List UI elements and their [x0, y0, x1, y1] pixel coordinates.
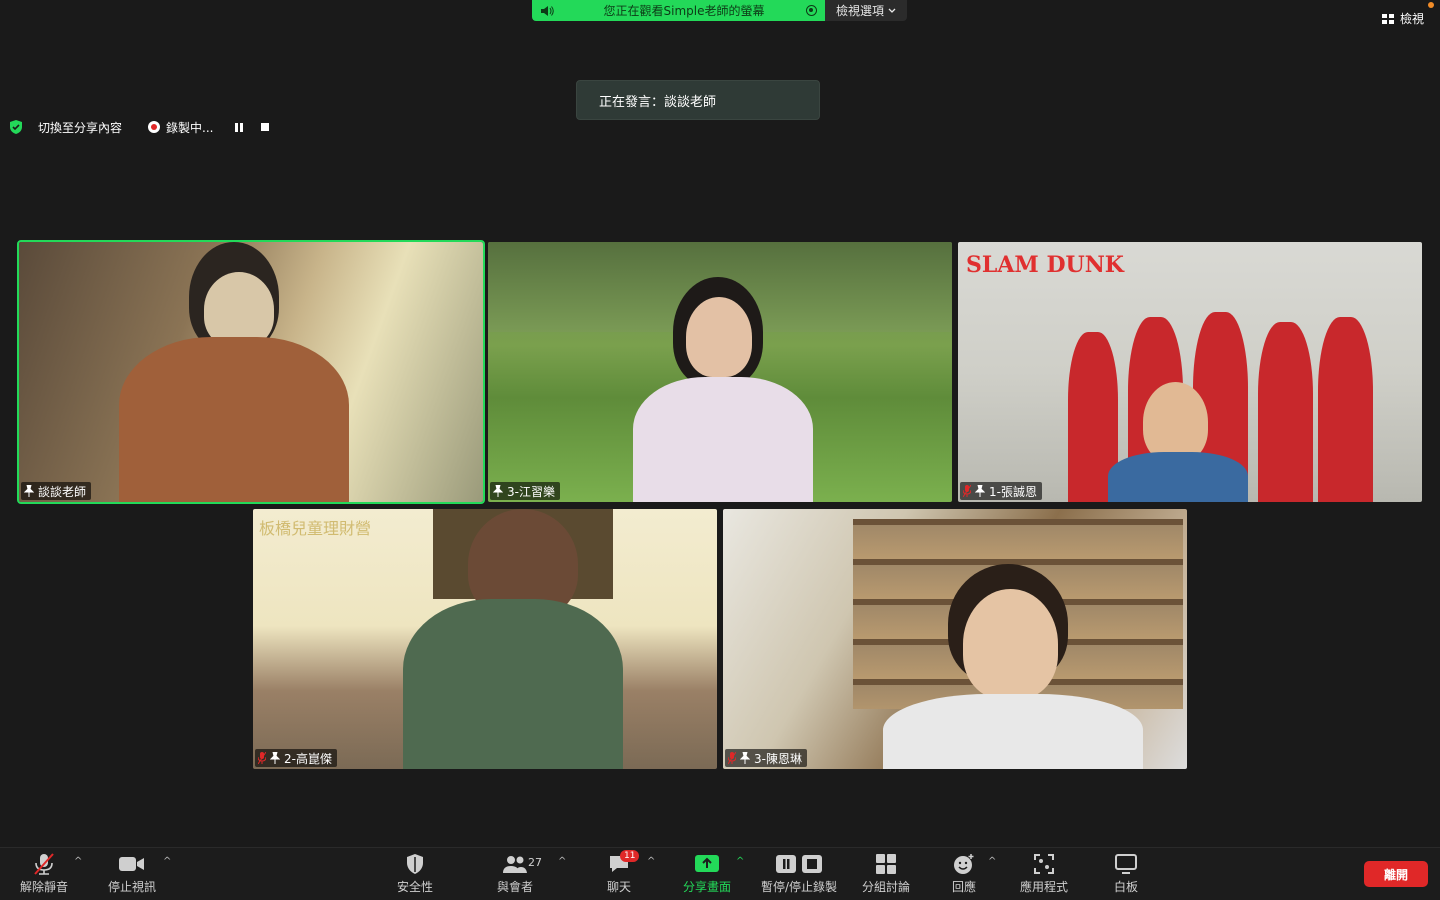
participant-body [119, 337, 349, 502]
active-speaker-notice: 正在發言：談談老師 [576, 80, 820, 120]
participants-label: 與會者 [497, 880, 534, 894]
grid-view-icon [1381, 13, 1394, 24]
view-options-label: 檢視選項 [835, 4, 884, 18]
whiteboard-label: 白板 [1113, 880, 1138, 894]
security-button[interactable]: 安全性 [397, 852, 433, 896]
participant-label: 談談老師 [21, 482, 92, 500]
pin-icon [270, 752, 280, 764]
participant-name: 3-江習樂 [507, 484, 555, 499]
participant-name: 3-陳恩琳 [754, 751, 802, 766]
participant-name: 2-高崑傑 [284, 751, 332, 766]
reactions-options-caret-icon[interactable]: ^ [988, 856, 996, 867]
view-button[interactable]: 檢視 [1381, 2, 1434, 27]
switch-to-share-button[interactable]: 切換至分享內容 [38, 119, 122, 136]
participant-body [403, 599, 623, 769]
chat-button[interactable]: 11 聊天 [606, 850, 640, 896]
video-camera-icon [119, 852, 145, 876]
background-title: SLAM DUNK [966, 252, 1124, 278]
face-mask [204, 272, 274, 347]
security-label: 安全性 [397, 880, 434, 894]
chat-options-caret-icon[interactable]: ^ [647, 856, 655, 867]
stop-video-button[interactable]: 停止視訊 [108, 852, 156, 896]
video-tile[interactable]: 談談老師 [17, 240, 485, 504]
recording-icon [148, 121, 161, 133]
participants-count: 27 [528, 856, 542, 869]
reactions-label: 回應 [951, 880, 976, 894]
participant-label: 3-江習樂 [490, 482, 560, 500]
mic-muted-icon [258, 752, 266, 764]
video-tile[interactable]: 3-江習樂 [488, 242, 952, 502]
participant-label: 2-高崑傑 [255, 749, 337, 767]
pin-icon [740, 752, 750, 764]
reactions-button[interactable]: 回應 [951, 852, 977, 896]
mic-muted-icon [31, 852, 57, 876]
participant-face [963, 589, 1058, 699]
pause-stop-recording-label: 暫停/停止錄製 [761, 880, 838, 894]
leave-button[interactable]: 離開 [1364, 861, 1428, 887]
apps-icon [1031, 852, 1057, 876]
chat-unread-badge: 11 [620, 850, 640, 862]
stop-recording-icon[interactable] [261, 123, 270, 131]
view-label: 檢視 [1399, 12, 1424, 26]
participant-name: 1-張誠恩 [989, 484, 1037, 499]
background-watermark: 板橋兒童理財營 [259, 519, 372, 538]
recording-bar: 切換至分享內容 錄製中... [8, 117, 270, 137]
leave-label: 離開 [1383, 867, 1408, 882]
share-screen-button[interactable]: 分享畫面 [683, 852, 731, 896]
chat-label: 聊天 [606, 880, 631, 894]
video-options-caret-icon[interactable]: ^ [163, 856, 171, 867]
pause-recording-icon[interactable] [235, 122, 244, 132]
pin-icon [24, 485, 34, 497]
participant-face [1143, 382, 1208, 462]
mic-muted-icon [728, 752, 736, 764]
breakout-rooms-button[interactable]: 分組討論 [862, 852, 910, 896]
stop-view-icon[interactable] [806, 5, 817, 16]
meeting-toolbar: 解除靜音 ^ 停止視訊 ^ 安全性 27 與會者 ^ 11 聊天 ^ 分享畫面 [0, 847, 1440, 900]
pin-icon [975, 485, 985, 497]
share-screen-icon [694, 852, 720, 876]
pause-stop-recording-icon [773, 852, 825, 876]
participant-label: 1-張誠恩 [960, 482, 1042, 500]
share-banner: 您正在觀看Simple老師的螢幕 [532, 0, 825, 21]
apps-label: 應用程式 [1020, 880, 1069, 894]
smiley-icon [951, 852, 977, 876]
share-banner-text: 您正在觀看Simple老師的螢幕 [603, 4, 765, 18]
video-tile[interactable]: 3-陳恩琳 [723, 509, 1187, 769]
stop-video-label: 停止視訊 [108, 880, 157, 894]
participant-label: 3-陳恩琳 [725, 749, 807, 767]
video-tile[interactable]: SLAM DUNK 1-張誠恩 [958, 242, 1422, 502]
recording-status: 錄製中... [166, 120, 214, 135]
pin-icon [493, 485, 503, 497]
participant-body [633, 377, 813, 502]
unmute-label: 解除靜音 [20, 880, 69, 894]
security-shield-icon [10, 120, 22, 134]
share-options-caret-icon[interactable]: ^ [736, 856, 744, 867]
shield-icon [402, 852, 428, 876]
participant-name: 談談老師 [38, 484, 87, 499]
chat-bubble-icon: 11 [606, 850, 640, 876]
whiteboard-button[interactable]: 白板 [1113, 852, 1139, 896]
participant-body [1108, 452, 1248, 502]
view-options-button[interactable]: 檢視選項 [825, 0, 907, 21]
mic-muted-icon [963, 485, 971, 497]
audio-options-caret-icon[interactable]: ^ [74, 856, 82, 867]
participant-body [883, 694, 1143, 769]
share-screen-label: 分享畫面 [683, 880, 732, 894]
participants-options-caret-icon[interactable]: ^ [558, 856, 566, 867]
apps-button[interactable]: 應用程式 [1020, 852, 1068, 896]
breakout-rooms-label: 分組討論 [862, 880, 911, 894]
pause-stop-recording-button[interactable]: 暫停/停止錄製 [761, 852, 837, 896]
chevron-down-icon [888, 8, 896, 13]
whiteboard-icon [1113, 852, 1139, 876]
participants-icon: 27 [502, 852, 542, 876]
video-tile[interactable]: 板橋兒童理財營 2-高崑傑 [253, 509, 717, 769]
unmute-button[interactable]: 解除靜音 [20, 852, 68, 896]
notification-dot [1428, 2, 1434, 8]
speaker-icon[interactable] [540, 5, 554, 17]
active-speaker-text: 正在發言：談談老師 [599, 94, 717, 110]
participants-button[interactable]: 27 與會者 [497, 852, 542, 896]
breakout-rooms-icon [873, 852, 899, 876]
participant-face [686, 297, 752, 377]
